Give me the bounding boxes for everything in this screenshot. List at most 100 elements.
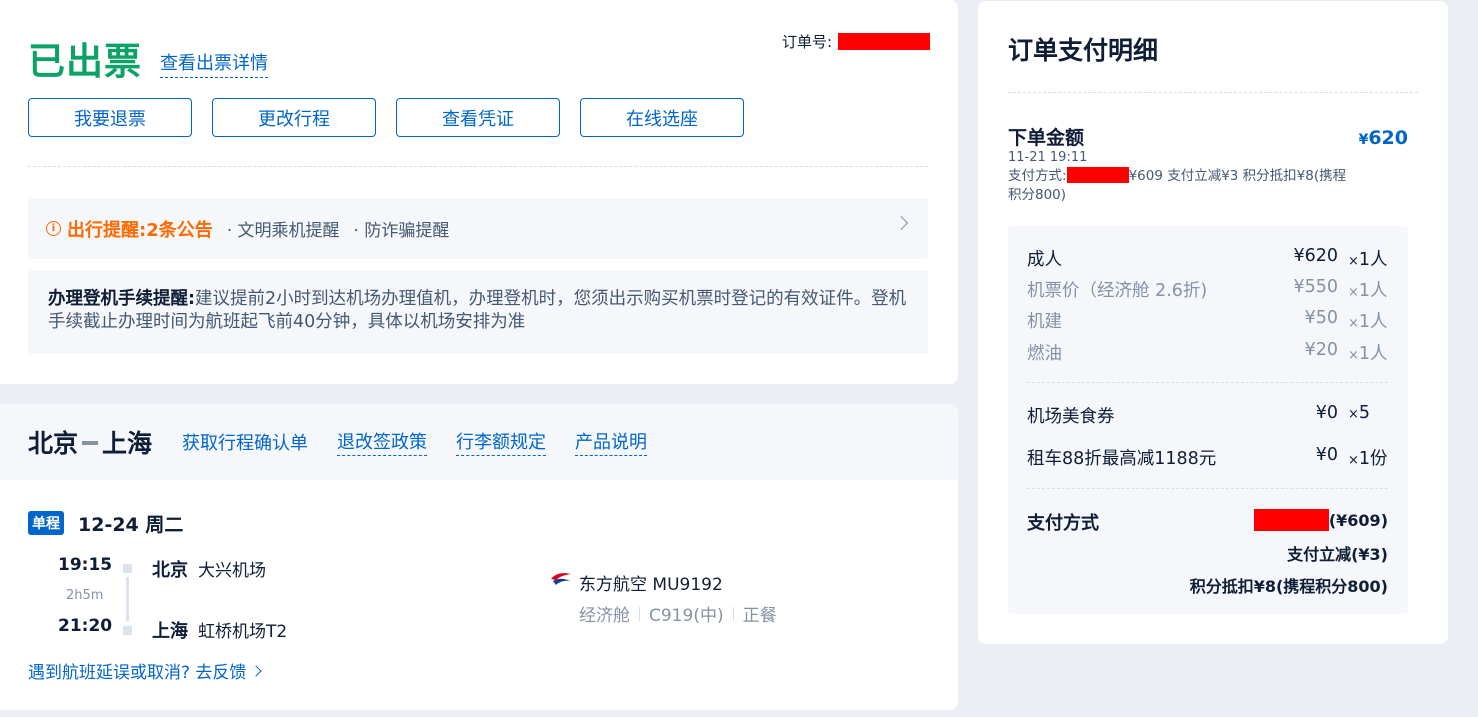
divider: [1008, 92, 1418, 93]
qty-mark: ×: [1348, 348, 1359, 363]
baggage-rules-link[interactable]: 行李额规定: [456, 428, 547, 456]
qty-mark: ×: [1348, 285, 1359, 300]
price-item-qty: ×1份: [1338, 445, 1388, 470]
reminder-count: 2条公告: [146, 219, 213, 241]
product-description-link[interactable]: 产品说明: [575, 428, 648, 456]
airline-flight-number: 东方航空 MU9192: [579, 575, 723, 595]
price-row-food-voucher: 机场美食券 ¥0 ×5: [1027, 403, 1388, 428]
flight-card: 北京 上海 获取行程确认单 退改签政策 行李额规定 产品说明 单程 12-24 …: [0, 404, 958, 710]
delay-feedback-text: 遇到航班延误或取消? 去反馈: [28, 663, 247, 683]
itinerary-confirmation-link[interactable]: 获取行程确认单: [182, 429, 308, 455]
payment-method-value: (¥609): [1253, 509, 1388, 531]
price-row-fuel: 燃油 ¥20 ×1人: [1027, 340, 1388, 365]
flight-header: 北京 上海 获取行程确认单 退改签政策 行李额规定 产品说明: [0, 404, 958, 480]
ticket-status-title: 已出票: [28, 40, 142, 83]
timeline-end: [123, 626, 132, 635]
flight-duration: 2h5m: [66, 588, 104, 603]
currency-symbol: ¥: [1358, 132, 1369, 148]
change-itinerary-button[interactable]: 更改行程: [212, 98, 376, 137]
qty-mark: ×: [1348, 254, 1359, 269]
reminder-label: 出行提醒:: [67, 219, 147, 241]
qty-value: 5: [1358, 403, 1371, 423]
price-item-name: 燃油: [1027, 344, 1062, 364]
meal-info: 正餐: [742, 606, 777, 626]
timeline-line: [126, 577, 129, 621]
refund-button[interactable]: 我要退票: [28, 98, 192, 137]
departure-time: 19:15: [58, 555, 113, 575]
arrival-time: 21:20: [58, 616, 113, 636]
price-item-name: 机建: [1027, 312, 1062, 332]
price-item-name: 成人: [1027, 250, 1062, 270]
price-item-value: ¥0: [1315, 445, 1338, 465]
qty-mark: ×: [1348, 453, 1359, 468]
price-item-value: ¥620: [1293, 246, 1338, 266]
ticket-status-card: 已出票 查看出票详情 订单号: 我要退票 更改行程 查看凭证 在线选座 i 出行…: [0, 0, 958, 384]
qty-value: 1份: [1358, 449, 1388, 469]
payment-method-redacted: [1253, 509, 1329, 531]
points-deduction: 积分抵扣¥8(携程积分800): [1189, 577, 1388, 596]
price-item-value: ¥550: [1293, 277, 1338, 297]
departure-city: 北京: [152, 560, 188, 581]
view-voucher-button[interactable]: 查看凭证: [396, 98, 560, 137]
chevron-right-icon: [250, 664, 263, 677]
price-row-car-rental: 租车88折最高减1188元 ¥0 ×1份: [1027, 445, 1388, 470]
instant-discount: 支付立减(¥3): [1287, 545, 1388, 564]
delay-feedback-link[interactable]: 遇到航班延误或取消? 去反馈: [28, 658, 263, 683]
change-refund-policy-link[interactable]: 退改签政策: [337, 428, 428, 456]
price-item-qty: ×5: [1338, 403, 1388, 428]
route-origin: 北京: [28, 429, 79, 458]
qty-value: 1人: [1358, 281, 1388, 301]
china-eastern-logo-icon: [551, 573, 571, 585]
divider: [732, 606, 734, 621]
price-item-name: 机场美食券: [1027, 407, 1115, 427]
payment-method-redacted: [1066, 167, 1129, 183]
info-warning-icon: i: [46, 221, 61, 236]
route-title: 北京 上海: [28, 424, 152, 460]
travel-reminder-bar[interactable]: i 出行提醒: 2条公告 · 文明乘机提醒 · 防诈骗提醒: [28, 198, 928, 259]
price-item-qty: ×1人: [1338, 340, 1388, 365]
timeline-start: [123, 564, 132, 573]
qty-value: 1人: [1358, 312, 1388, 332]
checkin-notice: 办理登机手续提醒:建议提前2小时到达机场办理值机，办理登机时，您须出示购买机票时…: [28, 270, 928, 354]
chevron-right-icon: [893, 215, 909, 231]
divider: [639, 606, 640, 621]
payment-method-amount: (¥609): [1328, 510, 1388, 530]
price-item-name: 机票价（经济舱 2.6折): [1027, 281, 1208, 301]
arrival-airport: 虹桥机场T2: [198, 622, 288, 642]
price-row-ticket-fare: 机票价（经济舱 2.6折) ¥550 ×1人: [1027, 277, 1388, 302]
payment-details-card: 订单支付明细 下单金额 ¥620 11-21 19:11 支付方式: ¥609 支…: [978, 1, 1448, 644]
price-row-airport-fee: 机建 ¥50 ×1人: [1027, 308, 1388, 333]
aircraft-type: C919(中): [649, 606, 724, 626]
online-seat-selection-button[interactable]: 在线选座: [580, 98, 744, 137]
route-arrow-icon: [82, 441, 99, 445]
trip-type-badge: 单程: [28, 511, 64, 535]
payment-details-title: 订单支付明细: [1008, 36, 1159, 65]
reminder-item-anti-fraud: · 防诈骗提醒: [353, 221, 450, 241]
order-number: 订单号:: [782, 31, 930, 52]
checkin-notice-label: 办理登机手续提醒:: [48, 289, 195, 309]
payment-method-summary: 支付方式: ¥609 支付立减¥3 积分抵扣¥8(携程积分800): [1008, 167, 1348, 205]
payment-method-prefix: 支付方式:: [1008, 168, 1067, 184]
cabin-info: 经济舱 C919(中) 正餐: [579, 601, 777, 626]
view-ticket-details-link[interactable]: 查看出票详情: [160, 49, 268, 78]
divider: [1027, 382, 1388, 383]
price-item-value: ¥0: [1315, 403, 1338, 423]
order-number-label: 订单号:: [781, 33, 832, 51]
ticket-actions: 我要退票 更改行程 查看凭证 在线选座: [28, 98, 744, 137]
price-item-qty: ×1人: [1338, 246, 1388, 271]
price-breakdown: 成人 ¥620 ×1人 机票价（经济舱 2.6折) ¥550 ×1人 机建 ¥5…: [1008, 226, 1408, 614]
qty-value: 1人: [1358, 250, 1388, 270]
route-destination: 上海: [102, 429, 153, 458]
price-item-value: ¥50: [1304, 308, 1338, 328]
order-amount: ¥620: [1359, 127, 1408, 149]
price-item-qty: ×1人: [1338, 308, 1388, 333]
divider: [1027, 488, 1388, 489]
payment-method-label: 支付方式: [1027, 513, 1099, 534]
price-item-value: ¥20: [1304, 340, 1338, 360]
qty-value: 1人: [1358, 344, 1388, 364]
price-item-name: 租车88折最高减1188元: [1027, 449, 1217, 469]
divider: [28, 166, 928, 167]
order-number-redacted: [838, 33, 930, 50]
departure-airport: 大兴机场: [198, 561, 266, 581]
order-time: 11-21 19:11: [1008, 150, 1088, 165]
